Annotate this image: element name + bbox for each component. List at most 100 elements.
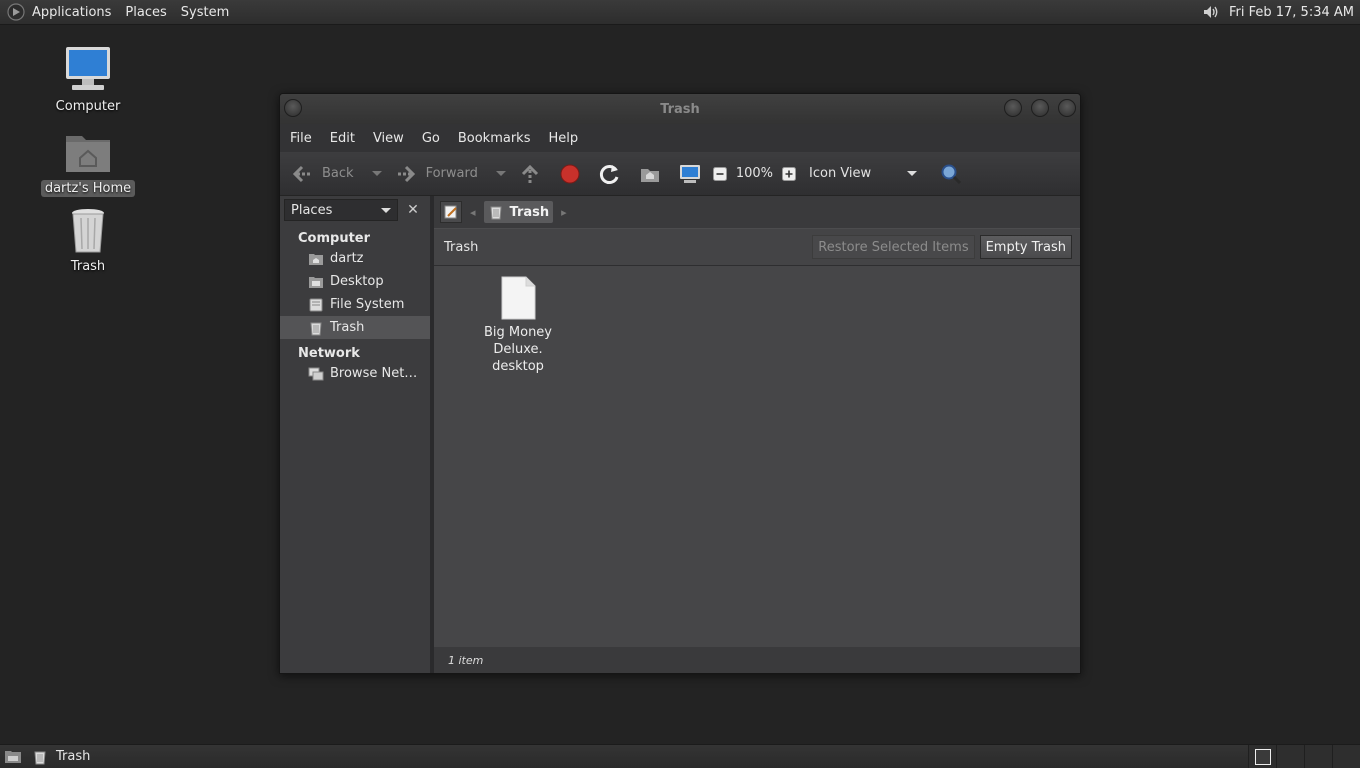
trash-icon — [72, 209, 104, 253]
menu-file[interactable]: File — [290, 131, 312, 146]
view-mode-dropdown-icon — [907, 171, 918, 176]
trash-icon — [34, 751, 46, 764]
sidebar-type-value: Places — [291, 202, 333, 218]
forward-label: Forward — [425, 166, 478, 181]
menu-help[interactable]: Help — [548, 131, 578, 146]
home-folder-icon — [66, 136, 110, 172]
sidebar-item-label: Desktop — [330, 274, 384, 289]
minimize-button[interactable] — [1004, 99, 1022, 117]
window-menu-button[interactable] — [284, 99, 302, 117]
view-mode-value: Icon View — [809, 166, 872, 181]
menubar: File Edit View Go Bookmarks Help — [280, 124, 1080, 152]
system-menu[interactable]: System — [181, 5, 229, 20]
workspace-4[interactable] — [1332, 744, 1360, 768]
empty-trash-button[interactable]: Empty Trash — [979, 235, 1072, 259]
desktop-trash[interactable]: Trash — [38, 204, 138, 275]
close-button[interactable] — [1058, 99, 1076, 117]
workspace-switcher — [1248, 744, 1360, 768]
places-menu[interactable]: Places — [125, 5, 166, 20]
path-scroll-left-icon[interactable]: ◂ — [470, 206, 476, 219]
view-mode-select[interactable]: Icon View — [809, 166, 939, 181]
file-name-line2: desktop — [492, 359, 544, 374]
trash-bar-title: Trash — [444, 239, 479, 255]
sidebar-item-label: Trash — [330, 320, 365, 335]
titlebar[interactable]: Trash — [280, 94, 1080, 124]
path-bar: ◂ Trash ▸ — [434, 196, 1080, 228]
gnome-foot-icon[interactable] — [6, 2, 26, 22]
sidebar-type-select[interactable]: Places — [284, 199, 398, 221]
forward-history-dropdown-icon[interactable] — [495, 171, 506, 176]
breadcrumb-label: Trash — [509, 204, 550, 220]
breadcrumb-trash[interactable]: Trash — [483, 201, 554, 223]
close-sidebar-icon[interactable]: ✕ — [402, 199, 424, 221]
forward-arrow-icon — [397, 165, 415, 182]
file-manager-window: Trash File Edit View Go Bookmarks Help B… — [279, 93, 1081, 674]
desktop-icon-label: Computer — [55, 99, 121, 114]
sidebar-item-dartz[interactable]: dartz — [280, 247, 430, 270]
sidebar: Places ✕ Computer dartz Desktop File Sys… — [280, 196, 430, 673]
taskbar-item-trash[interactable]: Trash — [32, 749, 90, 765]
forward-button[interactable]: Forward — [394, 162, 478, 186]
edit-pencil-icon — [444, 205, 457, 219]
taskbar-item-label: Trash — [56, 749, 91, 764]
zoom-out-icon[interactable] — [712, 166, 728, 182]
desktop-icon-label: dartz's Home — [40, 180, 136, 197]
window-title: Trash — [660, 101, 700, 117]
status-bar: 1 item — [434, 647, 1080, 673]
menu-go[interactable]: Go — [422, 131, 440, 146]
clock[interactable]: Fri Feb 17, 5:34 AM — [1229, 5, 1354, 20]
desktop-computer[interactable]: Computer — [38, 44, 138, 115]
path-scroll-right-icon[interactable]: ▸ — [561, 206, 567, 219]
main-pane: ◂ Trash ▸ Trash Restore Selected Items E… — [434, 196, 1080, 673]
computer-icon — [66, 47, 110, 90]
sidebar-item-label: dartz — [330, 251, 364, 266]
back-label: Back — [322, 166, 354, 181]
network-icon — [308, 367, 324, 380]
applications-menu[interactable]: Applications — [32, 5, 111, 20]
workspace-2[interactable] — [1276, 744, 1304, 768]
up-arrow-icon[interactable] — [518, 162, 542, 186]
workspace-1[interactable] — [1248, 744, 1276, 768]
menu-bookmarks[interactable]: Bookmarks — [458, 131, 531, 146]
menu-edit[interactable]: Edit — [330, 131, 355, 146]
workspace-3[interactable] — [1304, 744, 1332, 768]
trash-info-bar: Trash Restore Selected Items Empty Trash — [434, 228, 1080, 266]
toggle-location-entry-button[interactable] — [440, 201, 462, 223]
sidebar-item-browse-network[interactable]: Browse Net… — [280, 362, 430, 385]
zoom-in-icon[interactable] — [781, 166, 797, 182]
menu-view[interactable]: View — [373, 131, 404, 146]
search-icon[interactable] — [939, 162, 963, 186]
bottom-panel: Trash — [0, 744, 1360, 768]
home-icon[interactable] — [638, 162, 662, 186]
home-folder-icon — [309, 253, 323, 265]
top-panel: Applications Places System Fri Feb 17, 5… — [0, 0, 1360, 25]
restore-selected-button[interactable]: Restore Selected Items — [812, 235, 975, 259]
workspace-window-thumbnail — [1254, 748, 1271, 765]
chevron-down-icon — [381, 207, 391, 213]
sidebar-item-desktop[interactable]: Desktop — [280, 270, 430, 293]
back-arrow-icon — [292, 165, 310, 182]
file-icon-view[interactable]: Big Money Deluxe. desktop — [434, 266, 1080, 647]
sidebar-item-label: Browse Net… — [330, 366, 418, 381]
desktop-home-folder[interactable]: dartz's Home — [38, 126, 138, 197]
drive-icon — [309, 298, 323, 311]
show-desktop-icon[interactable] — [4, 748, 22, 766]
sidebar-section-computer: Computer — [298, 231, 371, 246]
toolbar: Back Forward 100% Icon View — [280, 152, 1080, 196]
sidebar-item-trash[interactable]: Trash — [280, 316, 430, 339]
desktop-folder-icon — [309, 276, 323, 288]
back-button[interactable]: Back — [290, 162, 354, 186]
file-item[interactable]: Big Money Deluxe. desktop — [458, 276, 578, 375]
sidebar-item-file-system[interactable]: File System — [280, 293, 430, 316]
item-count: 1 item — [448, 653, 484, 667]
trash-icon — [310, 322, 322, 335]
document-file-icon — [501, 276, 536, 320]
volume-icon[interactable] — [1201, 2, 1221, 22]
stop-icon[interactable] — [558, 162, 582, 186]
desktop-icon-label: Trash — [70, 259, 106, 274]
computer-icon[interactable] — [678, 162, 702, 186]
back-history-dropdown-icon[interactable] — [371, 171, 382, 176]
sidebar-header: Places ✕ — [280, 196, 430, 224]
maximize-button[interactable] — [1031, 99, 1049, 117]
reload-icon[interactable] — [598, 162, 622, 186]
